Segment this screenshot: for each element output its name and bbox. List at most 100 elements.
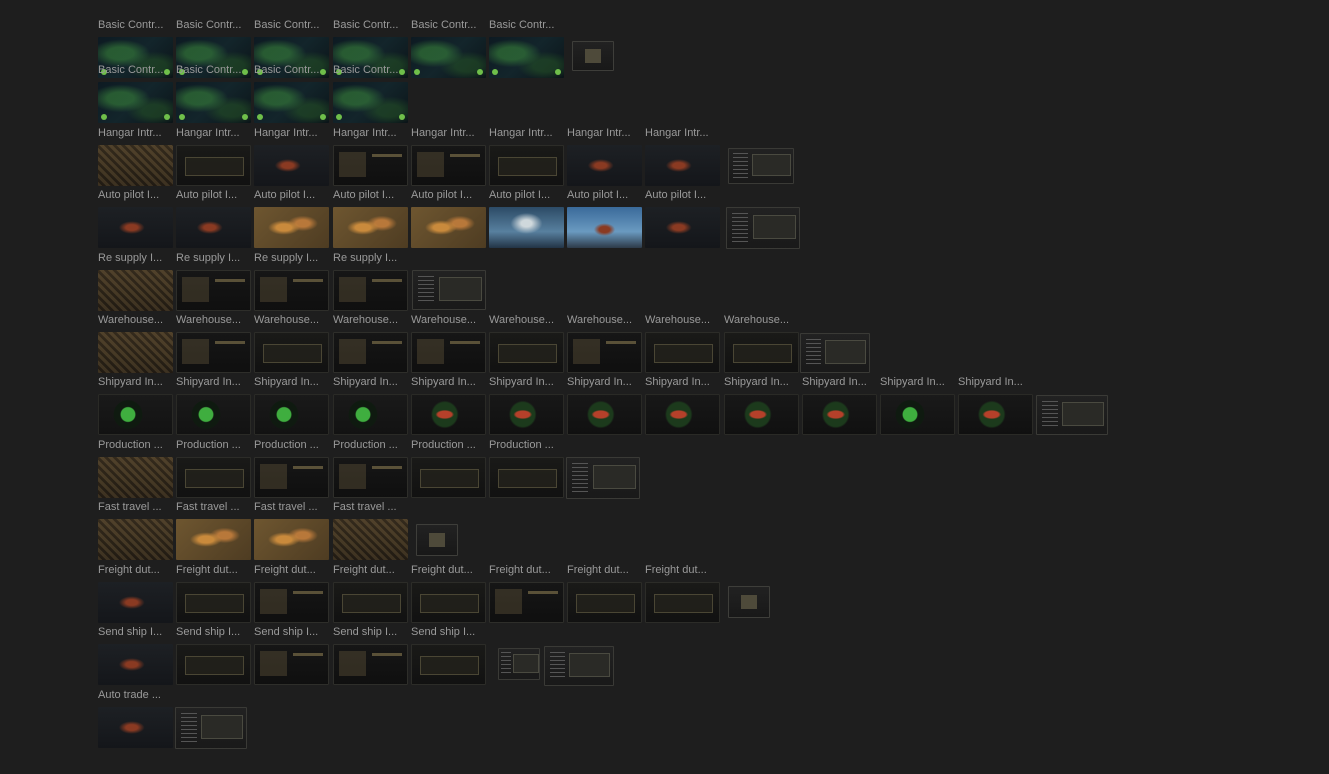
frame-label[interactable]: Hangar Intr...: [489, 127, 565, 140]
frame-send-ship-5[interactable]: Send ship I...: [411, 626, 486, 685]
frame-basic-controls-2-2[interactable]: Basic Contr...: [176, 64, 251, 123]
frame-label[interactable]: Auto pilot I...: [333, 189, 409, 202]
frame-auto-pilot-6[interactable]: Auto pilot I...: [489, 189, 564, 248]
frame-label[interactable]: Re supply I...: [98, 252, 174, 265]
frame-label[interactable]: Shipyard In...: [724, 376, 800, 389]
frame-hangar-intro-5[interactable]: Hangar Intr...: [411, 127, 486, 186]
frame-warehouse-5[interactable]: Warehouse...: [411, 314, 486, 373]
frame-warehouse-9[interactable]: Warehouse...: [724, 314, 799, 373]
frame-freight-duty-4[interactable]: Freight dut...: [333, 564, 408, 623]
frame-label[interactable]: Freight dut...: [489, 564, 565, 577]
frame-fast-travel-2[interactable]: Fast travel ...: [176, 501, 251, 560]
frame-hangar-intro-7[interactable]: Hangar Intr...: [567, 127, 642, 186]
frame-production-1[interactable]: Production ...: [98, 439, 173, 498]
frame-production-2[interactable]: Production ...: [176, 439, 251, 498]
frame-label[interactable]: Hangar Intr...: [333, 127, 409, 140]
frame-re-supply-1[interactable]: Re supply I...: [98, 252, 173, 311]
frame-label[interactable]: Shipyard In...: [333, 376, 409, 389]
frame-freight-duty-1[interactable]: Freight dut...: [98, 564, 173, 623]
frame-send-ship-extra[interactable]: [498, 648, 540, 680]
frame-label[interactable]: Send ship I...: [411, 626, 487, 639]
frame-label[interactable]: Hangar Intr...: [98, 127, 174, 140]
frame-re-supply-extra[interactable]: [412, 270, 486, 310]
frame-label[interactable]: Auto pilot I...: [489, 189, 565, 202]
frame-auto-pilot-8[interactable]: Auto pilot I...: [645, 189, 720, 248]
frame-shipyard-6[interactable]: Shipyard In...: [489, 376, 564, 435]
frame-warehouse-7[interactable]: Warehouse...: [567, 314, 642, 373]
frame-label[interactable]: Send ship I...: [176, 626, 252, 639]
frame-shipyard-9[interactable]: Shipyard In...: [724, 376, 799, 435]
frame-label[interactable]: Warehouse...: [176, 314, 252, 327]
frame-label[interactable]: Hangar Intr...: [254, 127, 330, 140]
frame-basic-controls-1-6[interactable]: Basic Contr...: [489, 19, 564, 78]
frame-send-ship-3[interactable]: Send ship I...: [254, 626, 329, 685]
frame-label[interactable]: Basic Contr...: [254, 19, 330, 32]
frame-basic-controls-2-3[interactable]: Basic Contr...: [254, 64, 329, 123]
frame-auto-pilot-4[interactable]: Auto pilot I...: [333, 189, 408, 248]
frame-label[interactable]: Hangar Intr...: [176, 127, 252, 140]
frame-shipyard-12[interactable]: Shipyard In...: [958, 376, 1033, 435]
frame-label[interactable]: Freight dut...: [567, 564, 643, 577]
frame-label[interactable]: Shipyard In...: [567, 376, 643, 389]
frame-freight-duty-5[interactable]: Freight dut...: [411, 564, 486, 623]
frame-production-extra[interactable]: [566, 457, 640, 499]
frame-label[interactable]: Fast travel ...: [254, 501, 330, 514]
frame-label[interactable]: Production ...: [489, 439, 565, 452]
frame-shipyard-3[interactable]: Shipyard In...: [254, 376, 329, 435]
frame-basic-controls-2-1[interactable]: Basic Contr...: [98, 64, 173, 123]
frame-label[interactable]: Shipyard In...: [489, 376, 565, 389]
frame-shipyard-4[interactable]: Shipyard In...: [333, 376, 408, 435]
frame-label[interactable]: Fast travel ...: [176, 501, 252, 514]
frame-label[interactable]: Auto pilot I...: [645, 189, 721, 202]
frame-shipyard-10[interactable]: Shipyard In...: [802, 376, 877, 435]
frame-label[interactable]: Warehouse...: [333, 314, 409, 327]
frame-send-ship-1[interactable]: Send ship I...: [98, 626, 173, 685]
frame-label[interactable]: Production ...: [333, 439, 409, 452]
frame-freight-duty-2[interactable]: Freight dut...: [176, 564, 251, 623]
frame-label[interactable]: Re supply I...: [176, 252, 252, 265]
frame-label[interactable]: Freight dut...: [333, 564, 409, 577]
frame-label[interactable]: Fast travel ...: [98, 501, 174, 514]
frame-hangar-intro-3[interactable]: Hangar Intr...: [254, 127, 329, 186]
frame-fast-travel-extra[interactable]: [416, 524, 458, 556]
frame-label[interactable]: Warehouse...: [98, 314, 174, 327]
frame-label[interactable]: Shipyard In...: [880, 376, 956, 389]
frame-label[interactable]: Shipyard In...: [176, 376, 252, 389]
frame-label[interactable]: Send ship I...: [333, 626, 409, 639]
frame-label[interactable]: Freight dut...: [645, 564, 721, 577]
frame-warehouse-8[interactable]: Warehouse...: [645, 314, 720, 373]
frame-hangar-intro-8[interactable]: Hangar Intr...: [645, 127, 720, 186]
frame-label[interactable]: Warehouse...: [724, 314, 800, 327]
frame-warehouse-2[interactable]: Warehouse...: [176, 314, 251, 373]
frame-label[interactable]: Production ...: [176, 439, 252, 452]
frame-label[interactable]: Auto pilot I...: [254, 189, 330, 202]
frame-auto-pilot-3[interactable]: Auto pilot I...: [254, 189, 329, 248]
frame-label[interactable]: Auto trade ...: [98, 689, 174, 702]
frame-production-5[interactable]: Production ...: [411, 439, 486, 498]
frame-shipyard-1[interactable]: Shipyard In...: [98, 376, 173, 435]
frame-shipyard-extra[interactable]: [1036, 395, 1108, 435]
frame-label[interactable]: Auto pilot I...: [567, 189, 643, 202]
frame-label[interactable]: Re supply I...: [333, 252, 409, 265]
frame-label[interactable]: Send ship I...: [254, 626, 330, 639]
frame-shipyard-11[interactable]: Shipyard In...: [880, 376, 955, 435]
frame-fast-travel-3[interactable]: Fast travel ...: [254, 501, 329, 560]
frame-label[interactable]: Production ...: [254, 439, 330, 452]
frame-production-6[interactable]: Production ...: [489, 439, 564, 498]
frame-freight-duty-8[interactable]: Freight dut...: [645, 564, 720, 623]
frame-label[interactable]: Auto pilot I...: [176, 189, 252, 202]
frame-label[interactable]: Send ship I...: [98, 626, 174, 639]
frame-label[interactable]: Basic Contr...: [333, 64, 409, 77]
frame-label[interactable]: Freight dut...: [254, 564, 330, 577]
frame-label[interactable]: Freight dut...: [411, 564, 487, 577]
frame-warehouse-extra[interactable]: [800, 333, 870, 373]
frame-label[interactable]: Basic Contr...: [489, 19, 565, 32]
frame-auto-trade-extra[interactable]: [175, 707, 247, 749]
frame-label[interactable]: Freight dut...: [176, 564, 252, 577]
frame-hangar-intro-extra[interactable]: [728, 148, 794, 184]
frame-label[interactable]: Hangar Intr...: [411, 127, 487, 140]
frame-auto-pilot-2[interactable]: Auto pilot I...: [176, 189, 251, 248]
frame-hangar-intro-6[interactable]: Hangar Intr...: [489, 127, 564, 186]
frame-freight-duty-3[interactable]: Freight dut...: [254, 564, 329, 623]
frame-shipyard-2[interactable]: Shipyard In...: [176, 376, 251, 435]
